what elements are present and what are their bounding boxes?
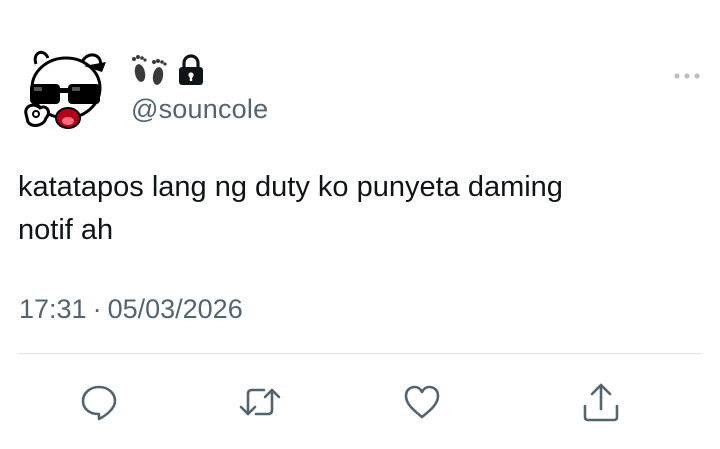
like-button[interactable]	[400, 380, 444, 424]
more-options-button[interactable]	[673, 62, 701, 90]
user-handle[interactable]: @souncole	[131, 94, 268, 125]
heart-icon	[404, 385, 440, 419]
timestamp-separator: ·	[92, 294, 102, 324]
action-bar	[0, 380, 720, 428]
more-icon	[674, 73, 700, 79]
tweet-date: 05/03/2026	[107, 294, 243, 324]
divider	[18, 353, 702, 354]
share-icon	[583, 383, 619, 422]
share-button[interactable]	[579, 380, 623, 424]
retweet-button[interactable]	[238, 380, 282, 424]
retweet-icon	[239, 388, 281, 416]
avatar[interactable]	[22, 44, 110, 134]
avatar-image	[24, 50, 106, 129]
lock-icon	[176, 53, 206, 92]
tweet-card: @souncole katatapos lang ng duty ko puny…	[0, 0, 720, 449]
tweet-time: 17:31	[19, 294, 87, 324]
tweet-text: katatapos lang ng duty ko punyeta daming…	[18, 171, 563, 246]
reply-button[interactable]	[77, 380, 121, 424]
display-name[interactable]	[130, 52, 206, 93]
reply-icon	[81, 385, 117, 421]
footprints-icon	[130, 52, 170, 93]
tweet-timestamp[interactable]: 17:31 · 05/03/2026	[19, 294, 243, 325]
